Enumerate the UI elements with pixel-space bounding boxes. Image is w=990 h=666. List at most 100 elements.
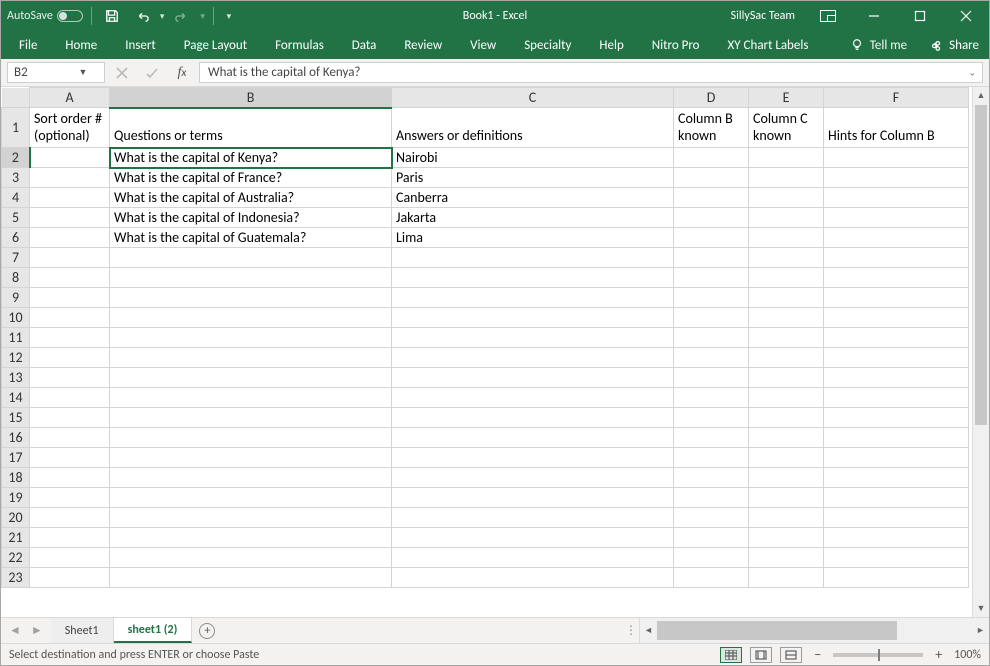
close-button[interactable] bbox=[943, 1, 989, 31]
cell-D15[interactable] bbox=[674, 408, 749, 428]
col-header-F[interactable]: F bbox=[824, 88, 969, 108]
cell-E3[interactable] bbox=[749, 168, 824, 188]
cell-E8[interactable] bbox=[749, 268, 824, 288]
cell-grid[interactable]: ABCDEF1Sort order # (optional)Questions … bbox=[1, 87, 972, 617]
cell-A20[interactable] bbox=[30, 508, 110, 528]
cell-E21[interactable] bbox=[749, 528, 824, 548]
cell-F11[interactable] bbox=[824, 328, 969, 348]
cell-B17[interactable] bbox=[110, 448, 392, 468]
cell-C22[interactable] bbox=[392, 548, 674, 568]
tab-insert[interactable]: Insert bbox=[111, 31, 170, 59]
cell-A2[interactable] bbox=[30, 148, 110, 168]
cell-C2[interactable]: Nairobi bbox=[392, 148, 674, 168]
cell-E23[interactable] bbox=[749, 568, 824, 588]
cell-F9[interactable] bbox=[824, 288, 969, 308]
cell-A14[interactable] bbox=[30, 388, 110, 408]
customize-qat-icon[interactable]: ▾ bbox=[222, 4, 236, 28]
cell-B22[interactable] bbox=[110, 548, 392, 568]
row-header-10[interactable]: 10 bbox=[2, 308, 30, 328]
cell-B11[interactable] bbox=[110, 328, 392, 348]
row-header-9[interactable]: 9 bbox=[2, 288, 30, 308]
cell-A4[interactable] bbox=[30, 188, 110, 208]
cell-B10[interactable] bbox=[110, 308, 392, 328]
zoom-out-button[interactable]: − bbox=[810, 646, 825, 663]
cell-D19[interactable] bbox=[674, 488, 749, 508]
tab-formulas[interactable]: Formulas bbox=[261, 31, 338, 59]
cell-E2[interactable] bbox=[749, 148, 824, 168]
cell-F17[interactable] bbox=[824, 448, 969, 468]
cell-F13[interactable] bbox=[824, 368, 969, 388]
tab-home[interactable]: Home bbox=[51, 31, 111, 59]
cell-F7[interactable] bbox=[824, 248, 969, 268]
cell-C18[interactable] bbox=[392, 468, 674, 488]
cell-B8[interactable] bbox=[110, 268, 392, 288]
insert-function-button[interactable]: fx bbox=[167, 62, 197, 84]
cell-C15[interactable] bbox=[392, 408, 674, 428]
row-header-16[interactable]: 16 bbox=[2, 428, 30, 448]
tab-xy-chart-labels[interactable]: XY Chart Labels bbox=[714, 31, 823, 59]
row-header-12[interactable]: 12 bbox=[2, 348, 30, 368]
row-header-22[interactable]: 22 bbox=[2, 548, 30, 568]
cell-E4[interactable] bbox=[749, 188, 824, 208]
cell-E6[interactable] bbox=[749, 228, 824, 248]
cell-C6[interactable]: Lima bbox=[392, 228, 674, 248]
cell-E19[interactable] bbox=[749, 488, 824, 508]
cell-B4[interactable]: What is the capital of Australia? bbox=[110, 188, 392, 208]
cell-C10[interactable] bbox=[392, 308, 674, 328]
scroll-down-icon[interactable]: ▼ bbox=[973, 600, 989, 617]
select-all-corner[interactable] bbox=[2, 88, 30, 108]
row-header-17[interactable]: 17 bbox=[2, 448, 30, 468]
undo-icon[interactable] bbox=[130, 4, 154, 28]
cell-B19[interactable] bbox=[110, 488, 392, 508]
cell-B3[interactable]: What is the capital of France? bbox=[110, 168, 392, 188]
row-header-3[interactable]: 3 bbox=[2, 168, 30, 188]
row-header-13[interactable]: 13 bbox=[2, 368, 30, 388]
cell-A13[interactable] bbox=[30, 368, 110, 388]
zoom-in-button[interactable]: + bbox=[931, 646, 946, 663]
cell-C3[interactable]: Paris bbox=[392, 168, 674, 188]
cell-E9[interactable] bbox=[749, 288, 824, 308]
cell-A23[interactable] bbox=[30, 568, 110, 588]
tell-me-search[interactable]: Tell me bbox=[838, 38, 919, 53]
cell-B7[interactable] bbox=[110, 248, 392, 268]
cell-A22[interactable] bbox=[30, 548, 110, 568]
cell-A9[interactable] bbox=[30, 288, 110, 308]
cell-F23[interactable] bbox=[824, 568, 969, 588]
normal-view-button[interactable] bbox=[720, 647, 742, 663]
share-button[interactable]: Share bbox=[919, 38, 989, 53]
row-header-6[interactable]: 6 bbox=[2, 228, 30, 248]
cell-C12[interactable] bbox=[392, 348, 674, 368]
cell-D6[interactable] bbox=[674, 228, 749, 248]
col-header-E[interactable]: E bbox=[749, 88, 824, 108]
cell-C16[interactable] bbox=[392, 428, 674, 448]
cell-D16[interactable] bbox=[674, 428, 749, 448]
cell-A3[interactable] bbox=[30, 168, 110, 188]
row-header-11[interactable]: 11 bbox=[2, 328, 30, 348]
cell-D1[interactable]: Column B known bbox=[674, 108, 749, 148]
cell-F12[interactable] bbox=[824, 348, 969, 368]
tab-help[interactable]: Help bbox=[585, 31, 637, 59]
formula-input[interactable]: What is the capital of Kenya? ⌄ bbox=[199, 62, 983, 83]
cell-C1[interactable]: Answers or definitions bbox=[392, 108, 674, 148]
row-header-2[interactable]: 2 bbox=[2, 148, 30, 168]
row-header-23[interactable]: 23 bbox=[2, 568, 30, 588]
cell-C8[interactable] bbox=[392, 268, 674, 288]
cell-B13[interactable] bbox=[110, 368, 392, 388]
cell-D8[interactable] bbox=[674, 268, 749, 288]
cell-C9[interactable] bbox=[392, 288, 674, 308]
cell-D9[interactable] bbox=[674, 288, 749, 308]
cell-A16[interactable] bbox=[30, 428, 110, 448]
tab-data[interactable]: Data bbox=[338, 31, 391, 59]
cell-A6[interactable] bbox=[30, 228, 110, 248]
scroll-left-icon[interactable]: ◄ bbox=[640, 625, 657, 636]
cell-B20[interactable] bbox=[110, 508, 392, 528]
row-header-4[interactable]: 4 bbox=[2, 188, 30, 208]
cell-C23[interactable] bbox=[392, 568, 674, 588]
cell-D11[interactable] bbox=[674, 328, 749, 348]
cell-E20[interactable] bbox=[749, 508, 824, 528]
cell-B5[interactable]: What is the capital of Indonesia? bbox=[110, 208, 392, 228]
sheet-tab-Sheet1[interactable]: Sheet1 bbox=[51, 618, 114, 643]
cell-A1[interactable]: Sort order # (optional) bbox=[30, 108, 110, 148]
row-header-20[interactable]: 20 bbox=[2, 508, 30, 528]
expand-formula-bar-icon[interactable]: ⌄ bbox=[968, 67, 976, 78]
